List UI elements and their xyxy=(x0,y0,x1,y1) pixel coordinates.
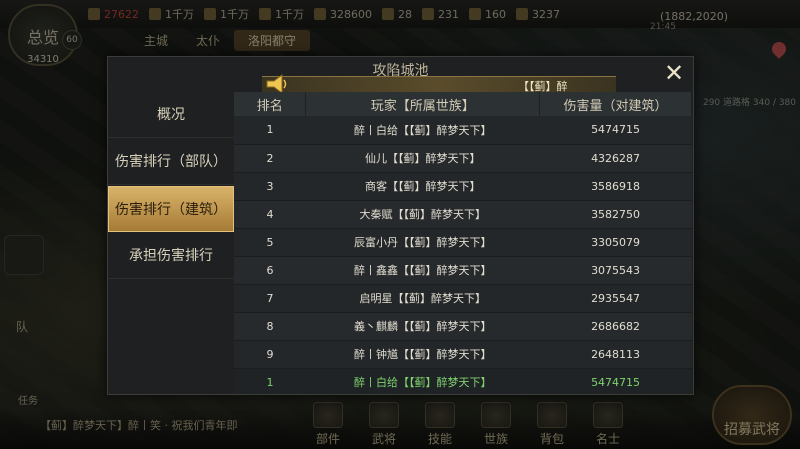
ranking-table[interactable]: 排名 玩家【所属世族】 伤害量（对建筑） 1 醉丨白给【【蓟】醉梦天下】 54747… xyxy=(234,92,692,394)
table-row[interactable]: 3 商客【【蓟】醉梦天下】 3586918 xyxy=(234,172,692,200)
cell-rank: 8 xyxy=(266,319,274,333)
cell-damage: 3075543 xyxy=(591,263,641,277)
cell-player: 商客【【蓟】醉梦天下】 xyxy=(365,180,481,193)
siege-ranking-dialog: 攻陷城池 ✕ 【【蓟】醉 概况 伤害排行（部队） 伤害排行（建筑） 承担伤害排行… xyxy=(107,56,694,395)
cell-damage: 3582750 xyxy=(591,207,641,221)
cell-damage: 4326287 xyxy=(591,151,641,165)
cell-player: 醉丨鑫鑫【【蓟】醉梦天下】 xyxy=(354,264,492,277)
cell-damage: 3586918 xyxy=(591,179,641,193)
cell-rank: 5 xyxy=(266,235,274,249)
cell-damage: 2686682 xyxy=(591,319,641,333)
col-damage: 伤害量（对建筑） xyxy=(539,92,692,116)
cell-player: 仙儿【【蓟】醉梦天下】 xyxy=(365,152,481,165)
ranking-tabs: 概况 伤害排行（部队） 伤害排行（建筑） 承担伤害排行 xyxy=(108,92,234,280)
cell-player: 義丶麒麟【【蓟】醉梦天下】 xyxy=(354,320,492,333)
tab-building-damage[interactable]: 伤害排行（建筑） xyxy=(108,186,234,232)
cell-player: 启明星【【蓟】醉梦天下】 xyxy=(359,292,487,305)
table-header: 排名 玩家【所属世族】 伤害量（对建筑） xyxy=(234,92,692,116)
cell-damage: 5474715 xyxy=(591,375,641,389)
cell-rank: 6 xyxy=(266,263,274,277)
table-row[interactable]: 5 辰富小丹【【蓟】醉梦天下】 3305079 xyxy=(234,228,692,256)
cell-rank: 3 xyxy=(266,179,274,193)
my-rank-row[interactable]: 1 醉丨白给【【蓟】醉梦天下】 5474715 xyxy=(234,368,692,394)
col-rank: 排名 xyxy=(234,92,307,116)
tab-damage-taken[interactable]: 承担伤害排行 xyxy=(108,233,234,279)
table-row[interactable]: 9 醉丨钟馗【【蓟】醉梦天下】 2648113 xyxy=(234,340,692,368)
cell-player: 大秦赋【【蓟】醉梦天下】 xyxy=(359,208,487,221)
tab-troop-damage[interactable]: 伤害排行（部队） xyxy=(108,139,234,185)
cell-player: 醉丨白给【【蓟】醉梦天下】 xyxy=(354,123,492,137)
table-row[interactable]: 4 大秦赋【【蓟】醉梦天下】 3582750 xyxy=(234,200,692,228)
table-row[interactable]: 1 醉丨白给【【蓟】醉梦天下】 5474715 xyxy=(234,116,692,144)
cell-damage: 2648113 xyxy=(591,347,641,361)
close-button[interactable]: ✕ xyxy=(661,61,687,87)
cell-player: 醉丨钟馗【【蓟】醉梦天下】 xyxy=(354,348,492,361)
cell-damage: 2935547 xyxy=(591,291,641,305)
cell-rank: 1 xyxy=(266,375,274,389)
col-player: 玩家【所属世族】 xyxy=(305,92,541,116)
cell-player: 醉丨白给【【蓟】醉梦天下】 xyxy=(354,376,492,390)
table-row[interactable]: 6 醉丨鑫鑫【【蓟】醉梦天下】 3075543 xyxy=(234,256,692,284)
cell-player: 辰富小丹【【蓟】醉梦天下】 xyxy=(354,236,492,249)
tab-overview[interactable]: 概况 xyxy=(108,92,234,138)
cell-rank: 4 xyxy=(266,207,274,221)
table-row[interactable]: 7 启明星【【蓟】醉梦天下】 2935547 xyxy=(234,284,692,312)
cell-damage: 5474715 xyxy=(591,123,641,137)
cell-rank: 7 xyxy=(266,291,274,305)
cell-rank: 9 xyxy=(266,347,274,361)
cell-rank: 2 xyxy=(266,151,274,165)
table-row[interactable]: 8 義丶麒麟【【蓟】醉梦天下】 2686682 xyxy=(234,312,692,340)
table-row[interactable]: 2 仙儿【【蓟】醉梦天下】 4326287 xyxy=(234,144,692,172)
cell-rank: 1 xyxy=(266,123,274,137)
cell-damage: 3305079 xyxy=(591,235,641,249)
